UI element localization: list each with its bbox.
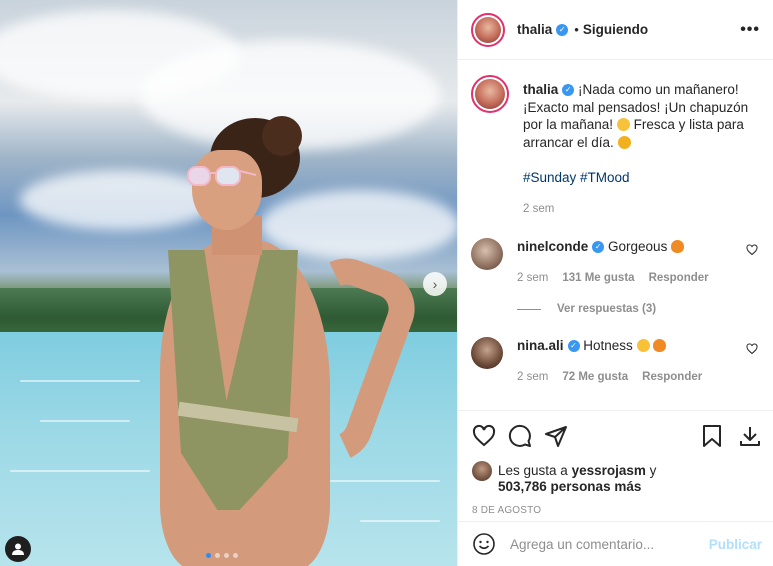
fire-emoji-icon bbox=[653, 339, 667, 352]
caption: thalia ✓ ¡Nada como un mañanero! ¡Exacto … bbox=[471, 75, 758, 218]
ripple bbox=[330, 480, 440, 482]
post-side-panel: thalia ✓ • Siguiendo ••• thalia ✓ ¡Nada c… bbox=[457, 0, 773, 566]
view-replies-button[interactable]: Ver respuestas (3) bbox=[517, 303, 758, 315]
comment-username[interactable]: nina.ali bbox=[517, 338, 564, 353]
caption-meta: 2 sem bbox=[523, 201, 758, 219]
heart-icon[interactable] bbox=[472, 424, 496, 448]
caption-body: thalia ✓ ¡Nada como un mañanero! ¡Exacto … bbox=[523, 81, 758, 218]
header-username[interactable]: thalia bbox=[517, 22, 552, 37]
post-photo[interactable]: › bbox=[0, 0, 457, 566]
more-options-icon[interactable]: ••• bbox=[740, 21, 760, 39]
liker-username[interactable]: yessrojasm bbox=[572, 463, 646, 478]
comment-meta: 2 sem 72 Me gusta Responder bbox=[517, 369, 738, 387]
hashtag-links[interactable]: #Sunday #TMood bbox=[523, 169, 758, 187]
likes-prefix: Les gusta a bbox=[498, 463, 568, 478]
carousel-dot-active bbox=[206, 553, 211, 558]
likes-text: Les gusta a yessrojasm y 503,786 persona… bbox=[498, 463, 656, 495]
bookmark-icon[interactable] bbox=[700, 424, 724, 448]
view-replies-label: Ver respuestas (3) bbox=[557, 303, 657, 315]
avatar[interactable] bbox=[471, 12, 505, 47]
figure-hair-bun bbox=[262, 116, 302, 156]
download-icon[interactable] bbox=[738, 424, 762, 448]
carousel-dot bbox=[233, 553, 238, 558]
action-bar-right bbox=[700, 424, 762, 448]
instagram-post: › thalia ✓ • Siguiendo ••• thalia ✓ ¡Nad… bbox=[0, 0, 773, 566]
figure-face bbox=[192, 150, 262, 230]
sunglasses bbox=[187, 166, 256, 186]
reply-button[interactable]: Responder bbox=[649, 270, 709, 288]
carousel-dot bbox=[215, 553, 220, 558]
comment-meta: 2 sem 131 Me gusta Responder bbox=[517, 270, 738, 288]
avatar[interactable] bbox=[471, 75, 509, 113]
comment-body: ninelconde ✓ Gorgeous 2 sem 131 Me gusta … bbox=[517, 238, 738, 287]
post-comment-button[interactable]: Publicar bbox=[709, 537, 762, 552]
comment-body: nina.ali ✓ Hotness 2 sem 72 Me gusta Resp… bbox=[517, 337, 738, 386]
heart-eyes-emoji-icon bbox=[636, 339, 650, 352]
heart-icon[interactable] bbox=[746, 244, 758, 256]
carousel-dot bbox=[224, 553, 229, 558]
post-date[interactable]: 8 DE AGOSTO bbox=[472, 505, 762, 516]
verified-icon: ✓ bbox=[556, 23, 569, 36]
ripple bbox=[10, 470, 150, 472]
heart-icon[interactable] bbox=[746, 343, 758, 355]
user-icon bbox=[12, 543, 24, 555]
winking-face-emoji-icon bbox=[616, 118, 630, 131]
timestamp[interactable]: 2 sem bbox=[523, 201, 554, 219]
comment-likes[interactable]: 72 Me gusta bbox=[562, 369, 628, 387]
post-actions: Les gusta a yessrojasm y 503,786 persona… bbox=[458, 410, 773, 516]
comment-text: Gorgeous bbox=[608, 239, 668, 254]
emoji-picker-icon[interactable] bbox=[472, 532, 496, 556]
ripple bbox=[40, 420, 130, 422]
action-bar bbox=[472, 421, 762, 451]
verified-icon: ✓ bbox=[562, 84, 575, 97]
verified-icon: ✓ bbox=[592, 241, 605, 254]
comment: ninelconde ✓ Gorgeous 2 sem 131 Me gusta … bbox=[471, 238, 758, 287]
timestamp[interactable]: 2 sem bbox=[517, 270, 548, 288]
comment-username[interactable]: ninelconde bbox=[517, 239, 588, 254]
divider bbox=[517, 308, 541, 310]
add-comment-bar: Agrega un comentario... Publicar bbox=[458, 521, 773, 566]
avatar[interactable] bbox=[471, 337, 503, 369]
comment-icon[interactable] bbox=[508, 424, 532, 448]
tagged-user-button[interactable] bbox=[5, 536, 31, 562]
comment-likes[interactable]: 131 Me gusta bbox=[562, 270, 634, 288]
likes-count[interactable]: 503,786 personas más bbox=[498, 479, 641, 494]
cloud bbox=[260, 190, 457, 260]
ripple bbox=[20, 380, 140, 382]
chevron-right-icon: › bbox=[432, 276, 438, 292]
post-header: thalia ✓ • Siguiendo ••• bbox=[458, 0, 773, 60]
follow-status-button[interactable]: Siguiendo bbox=[583, 22, 648, 37]
likes-summary[interactable]: Les gusta a yessrojasm y 503,786 persona… bbox=[472, 461, 762, 495]
next-photo-button[interactable]: › bbox=[423, 272, 447, 296]
timestamp[interactable]: 2 sem bbox=[517, 369, 548, 387]
separator: • bbox=[574, 22, 579, 37]
comment: nina.ali ✓ Hotness 2 sem 72 Me gusta Resp… bbox=[471, 337, 758, 386]
fire-emoji-icon bbox=[671, 240, 685, 253]
comment-input[interactable]: Agrega un comentario... bbox=[510, 537, 709, 552]
reply-button[interactable]: Responder bbox=[642, 369, 702, 387]
avatar bbox=[472, 461, 492, 481]
sun-emoji-icon bbox=[617, 135, 631, 149]
likes-conj: y bbox=[649, 463, 657, 478]
avatar[interactable] bbox=[471, 238, 503, 270]
share-icon[interactable] bbox=[544, 424, 568, 448]
verified-icon: ✓ bbox=[567, 340, 580, 353]
carousel-indicator bbox=[206, 553, 238, 558]
ripple bbox=[360, 520, 440, 522]
comments-section: thalia ✓ ¡Nada como un mañanero! ¡Exacto … bbox=[458, 61, 773, 409]
caption-username[interactable]: thalia bbox=[523, 82, 558, 97]
comment-text: Hotness bbox=[583, 338, 633, 353]
